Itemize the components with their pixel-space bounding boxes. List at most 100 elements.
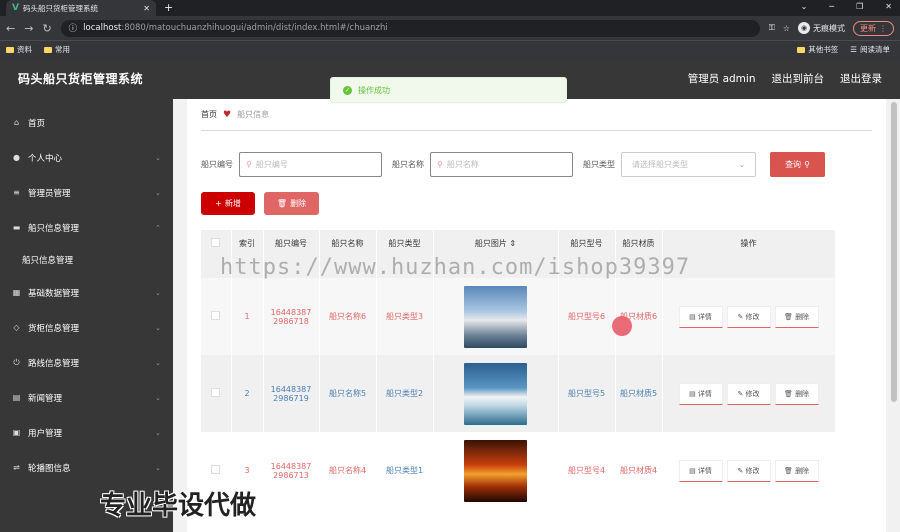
incognito-label: 无痕模式 xyxy=(813,23,845,33)
sidebar-item-containers[interactable]: ◇ 货柜信息管理 ⌄ xyxy=(0,310,173,345)
ship-name-input[interactable]: ⚲ 船只名称 xyxy=(430,152,573,177)
breadcrumb-current: 船只信息 xyxy=(237,110,270,119)
sidebar-item-basic-data[interactable]: ▦ 基础数据管理 ⌄ xyxy=(0,275,173,310)
select-all-checkbox[interactable] xyxy=(211,238,221,247)
plus-icon: + xyxy=(215,199,222,208)
incognito-indicator[interactable]: ◉ 无痕模式 xyxy=(798,22,845,34)
bookmark-folder[interactable]: 常用 xyxy=(44,44,70,55)
delete-button[interactable]: 🗑 删除 xyxy=(774,382,819,405)
code-cell: 16448387 2986719 xyxy=(263,355,320,432)
close-window-icon[interactable]: ✕ xyxy=(885,2,892,11)
chevron-down-icon: ⌄ xyxy=(155,288,161,297)
type-cell: 船只类型3 xyxy=(376,278,434,355)
sidebar-item-home[interactable]: ⌂ 首页 xyxy=(0,105,173,140)
edit-button[interactable]: ✎ 修改 xyxy=(726,382,771,405)
ship-image[interactable] xyxy=(464,439,527,502)
reading-list[interactable]: ☰ 阅读清单 xyxy=(850,44,890,55)
delete-button[interactable]: 🗑 删除 xyxy=(774,459,819,482)
batch-delete-button[interactable]: 🗑 删除 xyxy=(264,192,319,215)
sidebar-item-label: 货柜信息管理 xyxy=(28,323,80,334)
minimize-icon[interactable]: ─ xyxy=(829,2,834,11)
url-path: :8080/matouchuanzhihuogui/admin/dist/ind… xyxy=(121,23,388,33)
search-label-type: 船只类型 xyxy=(583,160,615,169)
sidebar-subitem-ships[interactable]: 船只信息管理 xyxy=(0,245,173,275)
row-checkbox[interactable] xyxy=(211,388,221,397)
row-checkbox-cell xyxy=(201,355,232,432)
row-checkbox[interactable] xyxy=(211,311,221,320)
browser-tab[interactable]: V 码头船只货柜管理系统 ✕ xyxy=(6,0,156,16)
sidebar-item-users[interactable]: ▣ 用户管理 ⌄ xyxy=(0,415,173,450)
sidebar-item-news[interactable]: ▤ 新闻管理 ⌄ xyxy=(0,380,173,415)
add-button[interactable]: + 新增 xyxy=(201,192,255,215)
breadcrumb: 首页 ♥ 船只信息 xyxy=(201,99,872,131)
ship-type-select[interactable]: 请选择船只类型 ⌄ xyxy=(621,152,756,177)
sidebar-item-admins[interactable]: ≡ 管理员管理 ⌄ xyxy=(0,175,173,210)
breadcrumb-home[interactable]: 首页 xyxy=(201,109,217,120)
ship-code-input[interactable]: ⚲ 船只编号 xyxy=(239,152,382,177)
scrollbar-thumb[interactable] xyxy=(891,102,897,402)
sort-icon[interactable]: ⇕ xyxy=(509,239,516,248)
slider-icon: ⇌ xyxy=(13,463,20,472)
ship-icon: ▬ xyxy=(12,223,21,232)
sidebar-item-routes[interactable]: ⏻ 路线信息管理 ⌄ xyxy=(0,345,173,380)
restore-icon[interactable]: ❐ xyxy=(856,2,863,11)
image-cell xyxy=(433,278,559,355)
table-row: 2 16448387 2986719 船只名称5 船只类型2 船只型号5 船只材质… xyxy=(201,355,836,432)
cursor-highlight xyxy=(612,316,632,336)
detail-label: 详情 xyxy=(697,312,712,321)
edit-button[interactable]: ✎ 修改 xyxy=(726,305,771,328)
page-scrollbar[interactable] xyxy=(888,99,900,532)
column-header-label: 船只图片 xyxy=(474,239,507,248)
delete-button[interactable]: 🗑 删除 xyxy=(774,305,819,328)
type-cell: 船只类型2 xyxy=(376,355,434,432)
code-part: 16448387 xyxy=(270,384,312,394)
forward-icon[interactable]: → xyxy=(24,22,33,35)
search-icon: ⚲ xyxy=(437,160,443,169)
bookmark-label: 资料 xyxy=(17,45,32,54)
table-row: 1 16448387 2986718 船只名称6 船只类型3 船只型号6 船只材质… xyxy=(201,278,836,355)
back-icon[interactable]: ← xyxy=(6,22,15,35)
query-button[interactable]: 查询 ⚲ xyxy=(770,152,825,177)
material-cell: 船只材质4 xyxy=(615,432,663,509)
other-bookmarks[interactable]: 其他书签 xyxy=(797,44,838,55)
new-tab-icon[interactable]: + xyxy=(164,1,173,14)
logout-link[interactable]: 退出登录 xyxy=(840,71,882,86)
sidebar-item-ships[interactable]: ▬ 船只信息管理 ⌃ xyxy=(0,210,173,245)
edit-label: 修改 xyxy=(745,389,760,398)
edit-label: 修改 xyxy=(745,312,760,321)
search-icon: ⚲ xyxy=(246,160,252,169)
back-to-front-link[interactable]: 退出到前台 xyxy=(772,71,825,86)
key-icon[interactable]: ⚿ xyxy=(769,23,775,33)
sidebar-item-profile[interactable]: ● 个人中心 ⌄ xyxy=(0,140,173,175)
url-input[interactable]: ⓘ localhost:8080/matouchuanzhihuogui/adm… xyxy=(60,19,760,37)
update-button[interactable]: 更新 ⋮ xyxy=(853,20,894,36)
sidebar-item-label: 管理员管理 xyxy=(28,188,71,199)
edit-button[interactable]: ✎ 修改 xyxy=(726,459,771,482)
detail-button[interactable]: ▤ 详情 xyxy=(678,305,723,328)
sidebar-item-carousel[interactable]: ⇌ 轮播图信息 ⌄ xyxy=(0,450,173,485)
sidebar-item-label: 船只信息管理 xyxy=(28,223,80,234)
ship-name-placeholder: 船只名称 xyxy=(446,160,479,169)
star-icon[interactable]: ☆ xyxy=(783,24,790,33)
delete-label: 删除 xyxy=(795,466,810,475)
delete-label: 删除 xyxy=(795,389,810,398)
search-label-code: 船只编号 xyxy=(201,160,233,169)
model-cell: 船只型号4 xyxy=(558,432,616,509)
bookmark-label: 阅读清单 xyxy=(860,45,890,54)
tag-icon: ◇ xyxy=(13,323,20,332)
main-panel: 首页 ♥ 船只信息 船只编号 ⚲ 船只编号 船只名称 ⚲ 船只名称 船只类型 请选择… xyxy=(187,99,886,532)
sidebar-item-label: 个人中心 xyxy=(28,153,63,164)
detail-button[interactable]: ▤ 详情 xyxy=(678,459,723,482)
image-cell xyxy=(433,432,559,509)
check-circle-icon: ✓ xyxy=(343,85,352,95)
info-icon[interactable]: ⓘ xyxy=(69,22,78,34)
chevron-down-icon[interactable]: ⌄ xyxy=(801,2,808,11)
bookmark-folder[interactable]: 资料 xyxy=(6,44,32,55)
ship-image[interactable] xyxy=(464,362,527,425)
ship-image[interactable] xyxy=(464,285,527,348)
reload-icon[interactable]: ↻ xyxy=(42,22,51,35)
row-checkbox[interactable] xyxy=(211,465,221,474)
app-title: 码头船只货柜管理系统 xyxy=(18,72,144,86)
detail-button[interactable]: ▤ 详情 xyxy=(678,382,723,405)
close-tab-icon[interactable]: ✕ xyxy=(143,4,150,13)
